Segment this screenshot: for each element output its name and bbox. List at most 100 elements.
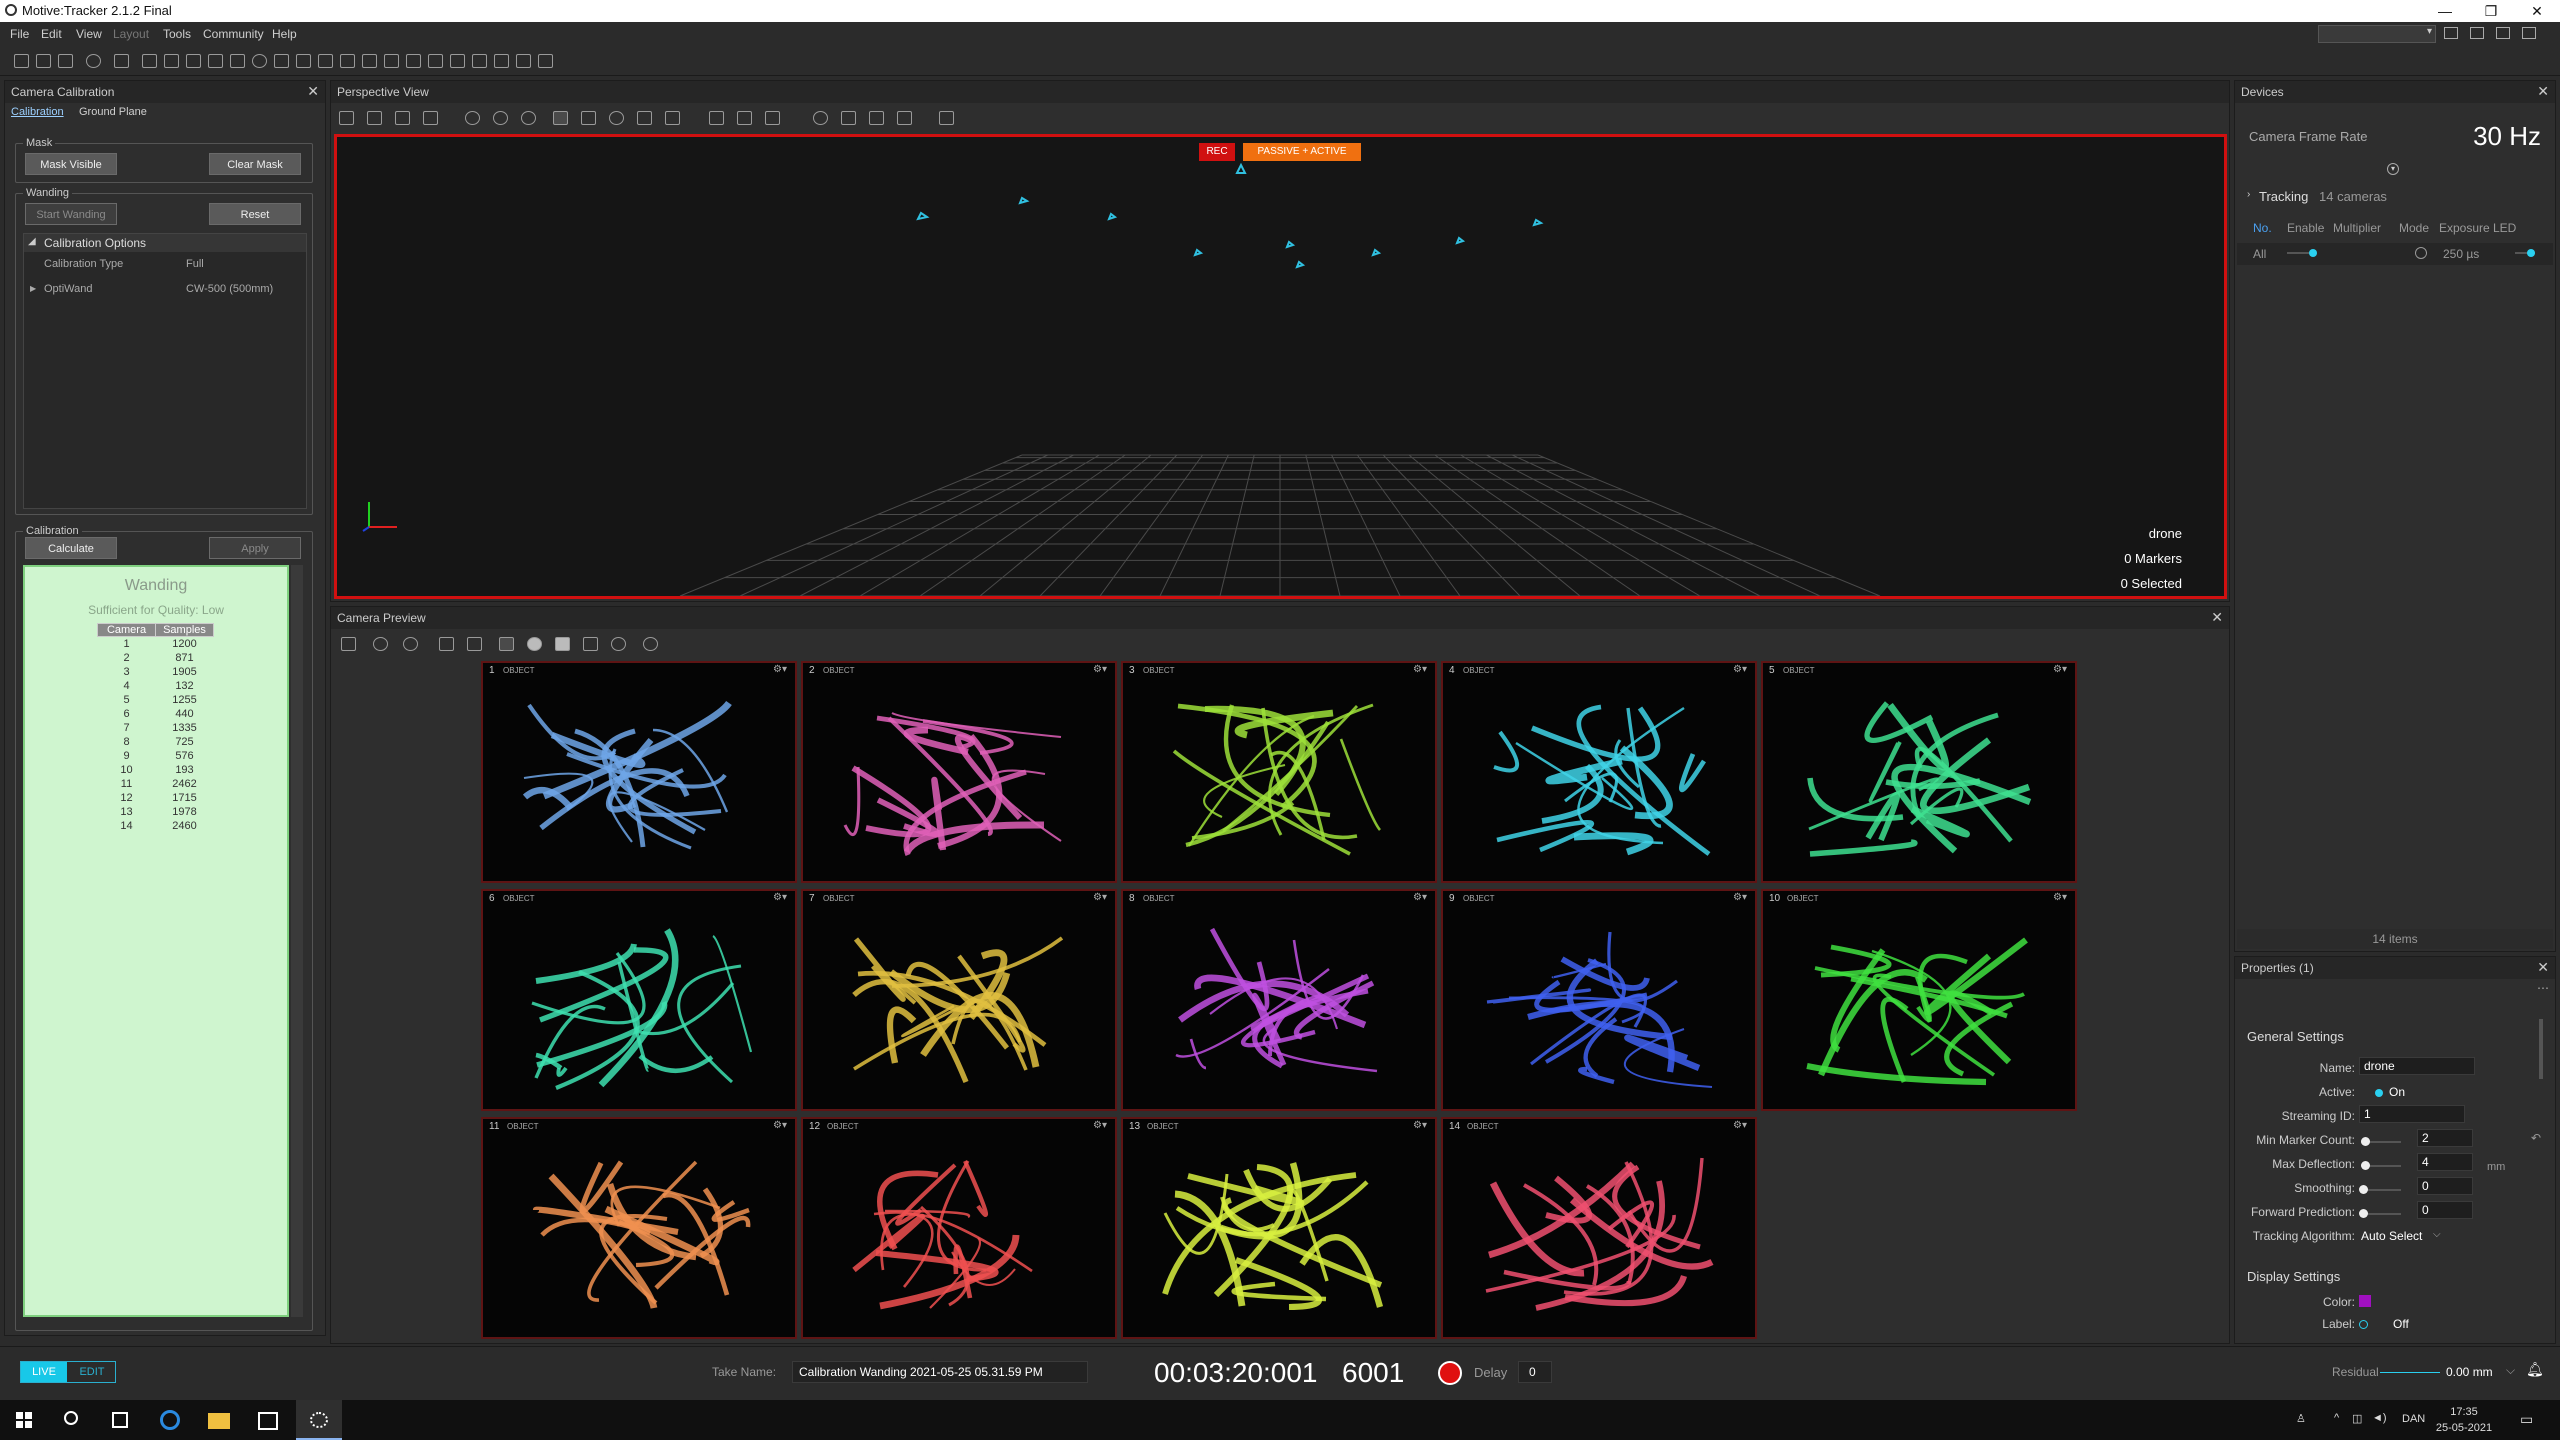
- layout-1-icon[interactable]: [450, 54, 465, 68]
- grid-icon[interactable]: [339, 111, 354, 125]
- tab-calibration[interactable]: Calibration: [11, 106, 64, 118]
- language-indicator[interactable]: DAN: [2402, 1413, 2425, 1425]
- led-toggle-knob[interactable]: [2527, 249, 2535, 257]
- translate-icon[interactable]: [581, 111, 596, 125]
- chevron-down-icon[interactable]: ⌵: [2506, 1363, 2515, 1378]
- skeleton-icon[interactable]: [274, 54, 289, 68]
- col-no[interactable]: No.: [2253, 221, 2272, 235]
- pen-icon[interactable]: [583, 637, 598, 651]
- assets-icon[interactable]: [186, 54, 201, 68]
- close-icon[interactable]: ✕: [2211, 609, 2223, 626]
- gear-icon[interactable]: ⚙▾: [1733, 1120, 1747, 1131]
- perspective-viewport[interactable]: REC PASSIVE + ACTIVE drone 0 Markers 0 S…: [334, 134, 2227, 599]
- col-multiplier[interactable]: Multiplier: [2333, 221, 2381, 235]
- settings-icon[interactable]: [86, 54, 101, 68]
- camera-tile-10[interactable]: 10 OBJECT ⚙▾: [1761, 889, 2077, 1111]
- explorer-icon[interactable]: [208, 1413, 230, 1429]
- camera-tile-13[interactable]: 13 OBJECT ⚙▾: [1121, 1117, 1437, 1339]
- streaming-id-field[interactable]: 1: [2359, 1105, 2465, 1123]
- select-icon[interactable]: [553, 111, 568, 125]
- stream-icon[interactable]: [384, 54, 399, 68]
- max-deflection-field[interactable]: 4: [2417, 1153, 2473, 1171]
- menu-tools[interactable]: Tools: [163, 27, 191, 41]
- chevron-right-icon[interactable]: ›: [2247, 189, 2250, 200]
- edit-button[interactable]: EDIT: [69, 1362, 115, 1382]
- camera-tile-8[interactable]: 8 OBJECT ⚙▾: [1121, 889, 1437, 1111]
- probe-icon[interactable]: [362, 54, 377, 68]
- scale-icon[interactable]: [637, 111, 652, 125]
- apply-button[interactable]: Apply: [209, 537, 301, 559]
- more-icon[interactable]: ⋯: [2537, 981, 2549, 995]
- volume-icon[interactable]: ◄): [2372, 1412, 2387, 1424]
- export-icon[interactable]: [58, 54, 73, 68]
- start-icon[interactable]: [16, 1412, 32, 1428]
- save-icon[interactable]: [36, 54, 51, 68]
- builder-icon[interactable]: [230, 54, 245, 68]
- cube-icon[interactable]: [367, 111, 382, 125]
- calculate-button[interactable]: Calculate: [25, 537, 117, 559]
- camera-tile-5[interactable]: 5 OBJECT ⚙▾: [1761, 661, 2077, 883]
- zoom-fit-icon[interactable]: [403, 637, 418, 651]
- gear-icon[interactable]: ⚙▾: [2053, 892, 2067, 903]
- enable-toggle-knob[interactable]: [2309, 249, 2317, 257]
- scrollbar[interactable]: [2539, 1019, 2543, 1079]
- zoom-icon[interactable]: [465, 111, 480, 125]
- active-toggle[interactable]: [2375, 1089, 2383, 1097]
- layout-icon[interactable]: [423, 111, 438, 125]
- zoom-icon[interactable]: [373, 637, 388, 651]
- optiwand-value[interactable]: CW-500 (500mm): [186, 283, 273, 295]
- scrollbar[interactable]: [291, 565, 303, 1317]
- layout-icon[interactable]: [2470, 27, 2484, 39]
- camera-tile-3[interactable]: 3 OBJECT ⚙▾: [1121, 661, 1437, 883]
- rect-mask-icon[interactable]: [555, 637, 570, 651]
- view-icon[interactable]: [765, 111, 780, 125]
- store-icon[interactable]: [258, 1412, 278, 1430]
- rotate-icon[interactable]: [609, 111, 624, 125]
- camera-tile-9[interactable]: 9 OBJECT ⚙▾: [1441, 889, 1757, 1111]
- calibration-type-value[interactable]: Full: [186, 258, 204, 270]
- camera-tile-2[interactable]: 2 OBJECT ⚙▾: [801, 661, 1117, 883]
- view-icon[interactable]: [709, 111, 724, 125]
- people-icon[interactable]: ♙: [2296, 1412, 2306, 1425]
- panel-icon[interactable]: [114, 54, 129, 68]
- camera-tile-1[interactable]: 1 OBJECT ⚙▾: [481, 661, 797, 883]
- mask-icon[interactable]: [439, 637, 454, 651]
- name-field[interactable]: drone: [2359, 1057, 2475, 1075]
- menu-help[interactable]: Help: [272, 27, 297, 41]
- info-icon[interactable]: [252, 54, 267, 68]
- label-toggle[interactable]: [2359, 1320, 2368, 1329]
- graph-icon[interactable]: [340, 54, 355, 68]
- tab-ground-plane[interactable]: Ground Plane: [79, 106, 147, 118]
- layout-icon[interactable]: [2444, 27, 2458, 39]
- layout-4-icon[interactable]: [516, 54, 531, 68]
- gear-icon[interactable]: ⚙▾: [773, 892, 787, 903]
- camera-tile-4[interactable]: 4 OBJECT ⚙▾: [1441, 661, 1757, 883]
- task-view-icon[interactable]: [112, 1412, 128, 1428]
- marker-icon[interactable]: [897, 111, 912, 125]
- motive-taskbar-button[interactable]: [296, 1400, 342, 1440]
- smoothing-slider-knob[interactable]: [2359, 1185, 2368, 1194]
- clear-mask-icon[interactable]: [467, 637, 482, 651]
- min-marker-slider-knob[interactable]: [2361, 1137, 2370, 1146]
- layout-icon[interactable]: [2496, 27, 2510, 39]
- layout-icon[interactable]: [341, 637, 356, 651]
- expand-icon[interactable]: ▶: [30, 284, 36, 293]
- select-icon[interactable]: [499, 637, 514, 651]
- network-icon[interactable]: ◫: [2352, 1412, 2362, 1425]
- close-icon[interactable]: ✕: [2537, 83, 2549, 100]
- menu-edit[interactable]: Edit: [41, 27, 62, 41]
- layout-icon[interactable]: [2522, 27, 2536, 39]
- mode-switch[interactable]: LIVE EDIT: [20, 1361, 116, 1383]
- layout-dropdown[interactable]: ▾: [2318, 25, 2436, 43]
- marker-icon[interactable]: [869, 111, 884, 125]
- record-button[interactable]: [1438, 1361, 1462, 1385]
- frame-rate-value[interactable]: 30 Hz: [2473, 121, 2541, 152]
- gear-icon[interactable]: ⚙▾: [1413, 1120, 1427, 1131]
- camera-tile-14[interactable]: 14 OBJECT ⚙▾: [1441, 1117, 1757, 1339]
- layout-5-icon[interactable]: [538, 54, 553, 68]
- live-button[interactable]: LIVE: [21, 1362, 67, 1382]
- min-marker-count-field[interactable]: 2: [2417, 1129, 2473, 1147]
- visibility-icon[interactable]: [643, 637, 658, 651]
- circle-mask-icon[interactable]: [527, 637, 542, 651]
- menu-view[interactable]: View: [76, 27, 102, 41]
